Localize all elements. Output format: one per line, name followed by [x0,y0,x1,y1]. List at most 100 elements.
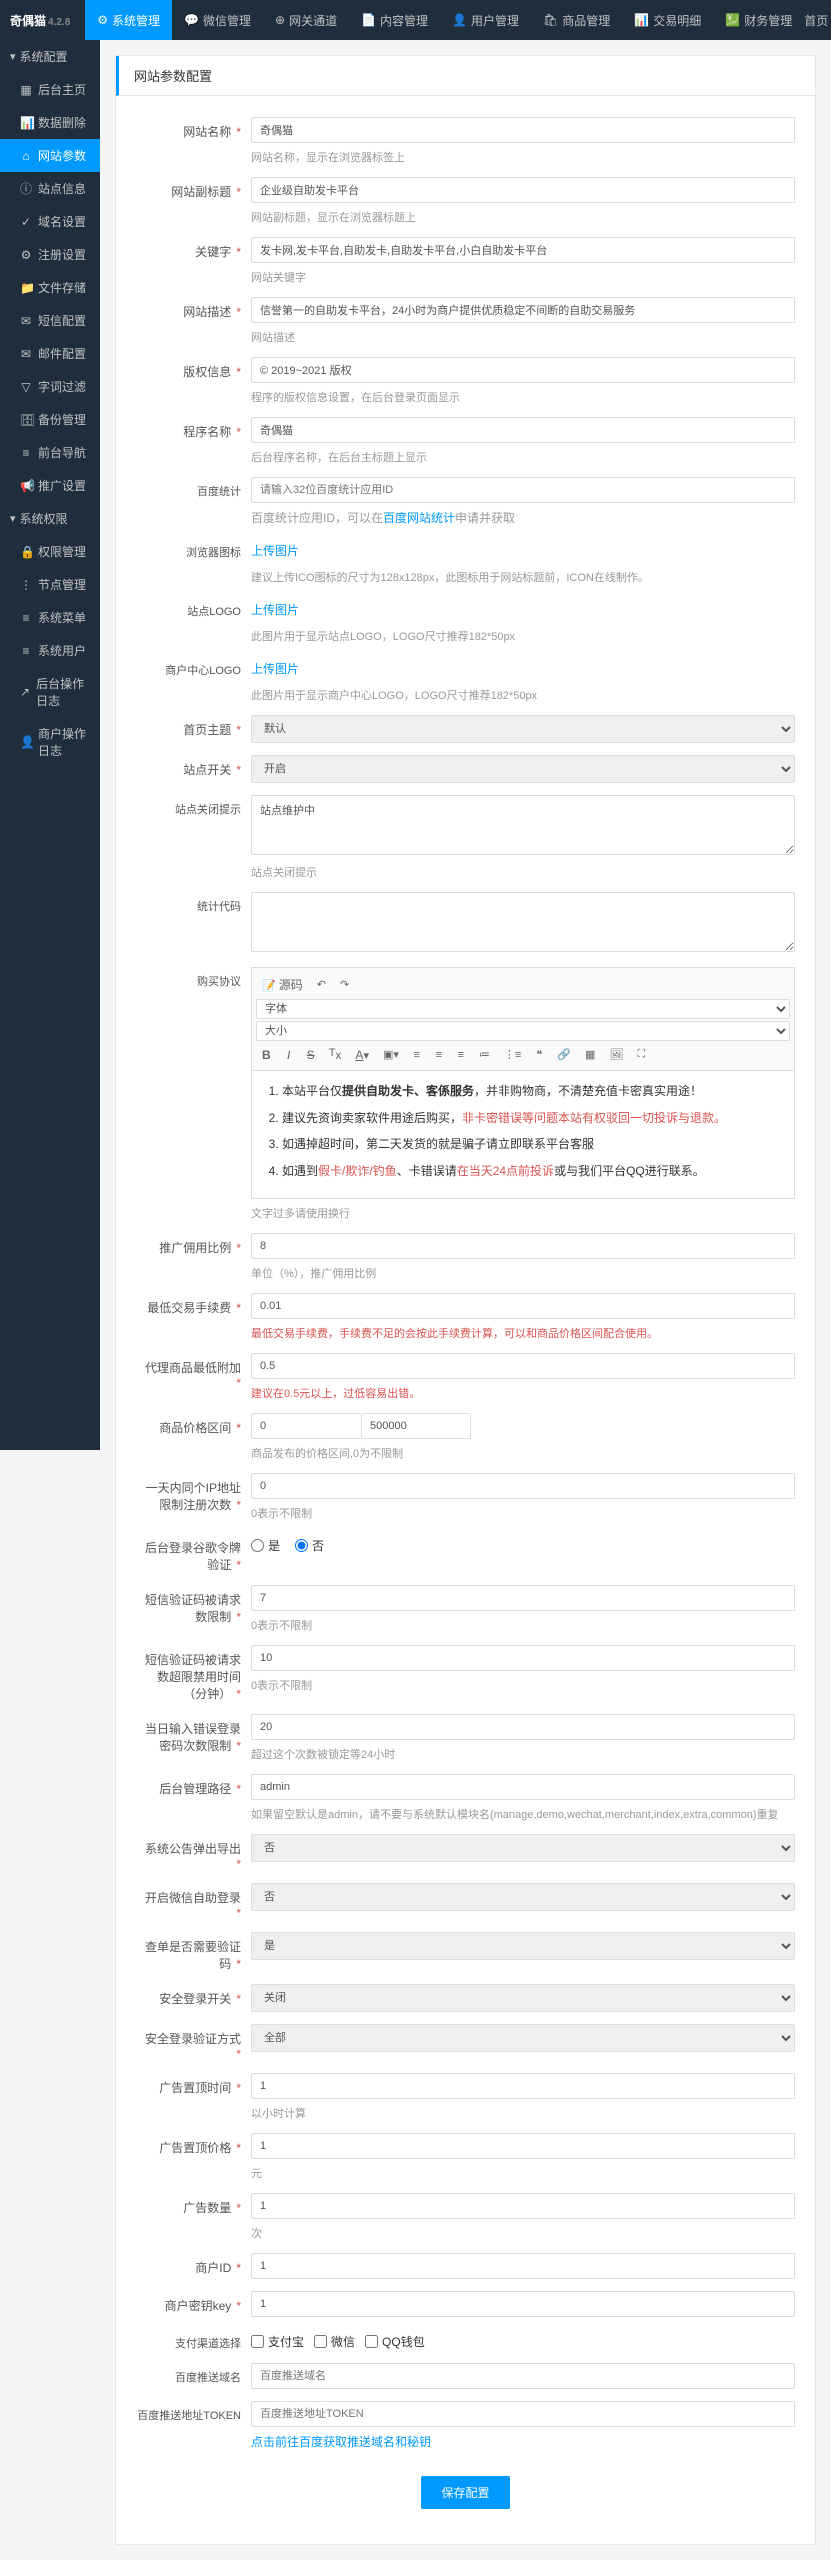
home-theme-select[interactable]: 默认 [251,715,795,743]
popup-export-select[interactable]: 否 [251,1834,795,1862]
sb-permission[interactable]: 🔒权限管理 [0,535,100,568]
autologin-select[interactable]: 否 [251,1883,795,1911]
sb-front-nav[interactable]: ≡前台导航 [0,436,100,469]
tb-table[interactable]: ▦ [579,1043,601,1066]
sb-site-params[interactable]: ⌂网站参数 [0,139,100,172]
sms-limit-input[interactable] [251,1585,795,1611]
sidebar-group-system[interactable]: ▾ 系统配置 [0,40,100,73]
nav-system[interactable]: ⚙系统管理 [85,0,172,40]
close-tip-textarea[interactable]: 站点维护中 [251,795,795,855]
tb-color[interactable]: Tx [323,1043,348,1066]
agreement-hint: 文字过多请使用换行 [251,1205,795,1221]
sb-word-filter[interactable]: ▽字词过滤 [0,370,100,403]
tb-undo[interactable]: ↶ [311,972,332,997]
safe-login-select[interactable]: 关闭 [251,1984,795,2012]
sb-merchant-log[interactable]: 👤商户操作日志 [0,717,100,767]
sb-menu[interactable]: ≡系统菜单 [0,601,100,634]
ad-count-input[interactable] [251,2193,795,2219]
sb-promo[interactable]: 📢推广设置 [0,469,100,502]
nav-content[interactable]: 📄内容管理 [349,0,440,40]
pay-qq-checkbox[interactable]: QQ钱包 [365,2333,425,2350]
pwderr-limit-input[interactable] [251,1714,795,1740]
sb-file-storage[interactable]: 📁文件存储 [0,271,100,304]
ad-toptime-input[interactable] [251,2073,795,2099]
tb-image[interactable]: 🖼 [603,1043,629,1066]
sidebar-group-permission[interactable]: ▾ 系统权限 [0,502,100,535]
keywords-input[interactable] [251,237,795,263]
google-auth-no[interactable]: 否 [295,1537,324,1554]
stat-code-textarea[interactable] [251,892,795,952]
sb-dashboard[interactable]: ▦后台主页 [0,73,100,106]
baidu-domain-input[interactable] [251,2363,795,2389]
site-desc-input[interactable] [251,297,795,323]
sms-bantime-input[interactable] [251,1645,795,1671]
tb-strike[interactable]: S [301,1043,321,1066]
merchant-key-input[interactable] [251,2291,795,2317]
sb-backup[interactable]: 🗄备份管理 [0,403,100,436]
tb-redo[interactable]: ↷ [334,972,355,997]
safe-login-method-select[interactable]: 全部 [251,2024,795,2052]
home-link[interactable]: 首页 [804,12,828,29]
sb-data-delete[interactable]: 📊数据删除 [0,106,100,139]
site-desc-hint: 网站描述 [251,329,795,345]
tb-font-select[interactable]: 字体 [256,999,790,1019]
tb-bold[interactable]: B [256,1043,277,1066]
baidu-stat-input[interactable] [251,477,795,503]
nav-trade[interactable]: 📊交易明细 [622,0,713,40]
sb-register[interactable]: ⚙注册设置 [0,238,100,271]
tb-link[interactable]: 🔗 [551,1043,577,1066]
sms-bantime-hint: 0表示不限制 [251,1677,795,1693]
tb-align-right[interactable]: ≡ [451,1043,471,1066]
save-button[interactable]: 保存配置 [421,2476,509,2509]
merchant-logo-upload[interactable]: 上传图片 [251,656,299,681]
site-name-input[interactable] [251,117,795,143]
need-captcha-select[interactable]: 是 [251,1932,795,1960]
sb-admin-log[interactable]: ↗后台操作日志 [0,667,100,717]
admin-path-input[interactable] [251,1774,795,1800]
ad-topprice-input[interactable] [251,2133,795,2159]
min-fee-input[interactable] [251,1293,795,1319]
site-subtitle-input[interactable] [251,177,795,203]
sb-domain[interactable]: ✓域名设置 [0,205,100,238]
sb-node[interactable]: ⋮节点管理 [0,568,100,601]
copyright-input[interactable] [251,357,795,383]
tb-italic[interactable]: I [279,1043,299,1066]
tb-align-center[interactable]: ≡ [429,1043,449,1066]
tb-quote[interactable]: ❝ [529,1043,549,1066]
tb-ul[interactable]: ⋮≡ [498,1043,527,1066]
tb-source[interactable]: 📝 源码 [256,972,309,997]
baidu-stat-link[interactable]: 百度网站统计 [383,511,455,525]
sb-sms[interactable]: ✉短信配置 [0,304,100,337]
google-auth-yes[interactable]: 是 [251,1537,280,1554]
baidu-token-link[interactable]: 点击前往百度获取推送域名和秘钥 [251,2435,431,2449]
nav-wechat[interactable]: 💬微信管理 [172,0,263,40]
pay-alipay-checkbox[interactable]: 支付宝 [251,2333,304,2350]
sb-site-info[interactable]: ⓘ站点信息 [0,172,100,205]
dashboard-icon: ▦ [20,83,32,97]
merchant-id-input[interactable] [251,2253,795,2279]
nav-gateway[interactable]: ⊕网关通道 [263,0,349,40]
program-name-input[interactable] [251,417,795,443]
tb-fullscreen[interactable]: ⛶ [631,1043,651,1066]
editor-body[interactable]: 本站平台仅提供自助发卡、客係服务，并非购物商，不清楚充值卡密真实用途！ 建议先资… [251,1070,795,1198]
ip-limit-input[interactable] [251,1473,795,1499]
tb-align-left[interactable]: ≡ [407,1043,427,1066]
price-max-input[interactable] [361,1413,471,1439]
tb-size-select[interactable]: 大小 [256,1021,790,1041]
site-logo-upload[interactable]: 上传图片 [251,597,299,622]
promo-ratio-input[interactable] [251,1233,795,1259]
sb-email[interactable]: ✉邮件配置 [0,337,100,370]
tb-backcolor[interactable]: ▣▾ [377,1043,405,1066]
baidu-token-input[interactable] [251,2401,795,2427]
tb-forecolor[interactable]: A▾ [349,1043,375,1066]
price-min-input[interactable] [251,1413,361,1439]
site-switch-select[interactable]: 开启 [251,755,795,783]
agent-minadd-input[interactable] [251,1353,795,1379]
nav-user[interactable]: 👤用户管理 [440,0,531,40]
nav-product[interactable]: 🛍商品管理 [531,0,622,40]
nav-finance[interactable]: 💹财务管理 [713,0,804,40]
sb-sysuser[interactable]: ≡系统用户 [0,634,100,667]
browser-icon-upload[interactable]: 上传图片 [251,538,299,563]
tb-ol[interactable]: ≔ [473,1043,496,1066]
pay-wechat-checkbox[interactable]: 微信 [314,2333,355,2350]
